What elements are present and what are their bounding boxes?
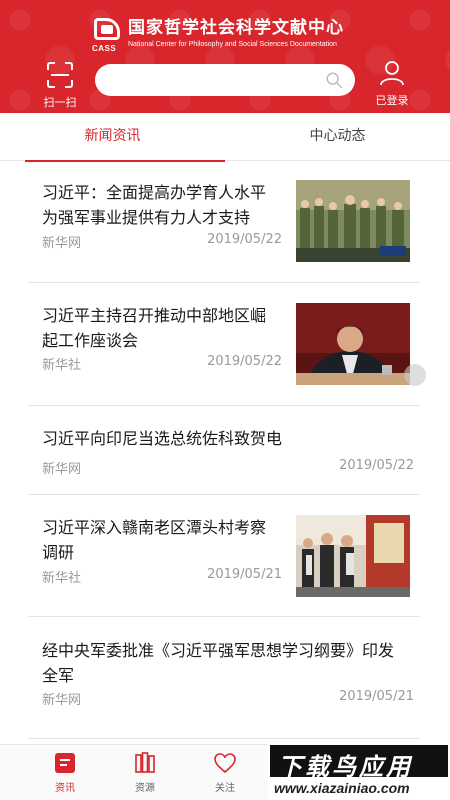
news-thumbnail xyxy=(296,515,410,597)
watermark-url: www.xiazainiao.com xyxy=(274,780,410,796)
cass-logo-icon: CASS xyxy=(92,16,122,56)
floating-scroll-button[interactable] xyxy=(404,364,426,386)
books-icon xyxy=(135,752,155,773)
watermark-logo: 下载鸟应用 www.xiazainiao.com xyxy=(268,743,450,800)
scan-label: 扫一扫 xyxy=(43,96,77,109)
news-source: 新华网 xyxy=(42,462,82,477)
news-title: 习近平主持召开推动中部地区崛 起工作座谈会 xyxy=(42,306,267,350)
news-source: 新华网 xyxy=(42,693,82,708)
user-account-button[interactable]: 已登录 xyxy=(368,60,416,110)
nav-item-news[interactable]: 资讯 xyxy=(25,745,105,800)
news-title: 习近平：全面提高办学育人水平 为强军事业提供有力人才支持 xyxy=(42,183,267,227)
news-title: 习近平向印尼当选总统佐科致贺电 xyxy=(42,429,283,448)
watermark-text: 下载鸟应用 xyxy=(278,753,413,781)
user-icon xyxy=(380,61,404,86)
search-input[interactable] xyxy=(95,64,315,96)
news-item[interactable]: 经中央军委批准《习近平强军思想学习纲要》印发 全军 新华网 2019/05/21 xyxy=(28,617,420,739)
search-bar[interactable] xyxy=(95,64,355,96)
news-date: 2019/05/21 xyxy=(339,689,414,704)
app-header: CASS 国家哲学社会科学文献中心 National Center for Ph… xyxy=(0,0,450,113)
logo-title-en: National Center for Philosophy and Socia… xyxy=(128,41,337,48)
nav-item-follow[interactable]: 关注 xyxy=(185,745,265,800)
tab-center-label: 中心动态 xyxy=(309,128,366,144)
news-source: 新华社 xyxy=(42,571,82,586)
nav-item-resources[interactable]: 资源 xyxy=(105,745,185,800)
scan-button[interactable]: 扫一扫 xyxy=(38,60,82,110)
news-item[interactable]: 习近平主持召开推动中部地区崛 起工作座谈会 新华社 2019/05/22 xyxy=(28,283,420,406)
news-item[interactable]: 习近平向印尼当选总统佐科致贺电 新华网 2019/05/22 xyxy=(28,406,420,495)
logo-abbr: CASS xyxy=(92,44,117,53)
news-date: 2019/05/21 xyxy=(207,567,282,582)
news-title: 习近平深入赣南老区潭头村考察 调研 xyxy=(42,518,267,562)
news-date: 2019/05/22 xyxy=(339,458,414,473)
tab-news-label: 新闻资讯 xyxy=(84,128,141,144)
scan-icon xyxy=(47,62,73,88)
news-source: 新华社 xyxy=(42,358,82,373)
user-status-label: 已登录 xyxy=(375,94,409,107)
tab-news[interactable]: 新闻资讯 xyxy=(0,113,225,162)
nav-label-follow: 关注 xyxy=(215,783,235,794)
logo: CASS 国家哲学社会科学文献中心 National Center for Ph… xyxy=(92,16,344,60)
nav-label-news: 资讯 xyxy=(55,783,75,794)
tab-bar: 新闻资讯 中心动态 xyxy=(0,113,450,162)
news-date: 2019/05/22 xyxy=(207,232,282,247)
news-icon xyxy=(55,753,75,773)
tab-center-updates[interactable]: 中心动态 xyxy=(225,113,450,161)
nav-label-resources: 资源 xyxy=(135,783,155,794)
news-date: 2019/05/22 xyxy=(207,354,282,369)
news-item[interactable]: 习近平深入赣南老区潭头村考察 调研 新华社 2019/05/21 xyxy=(28,495,420,617)
news-item[interactable]: 习近平：全面提高办学育人水平 为强军事业提供有力人才支持 新华网 2019/05/… xyxy=(28,161,420,283)
news-thumbnail xyxy=(296,303,410,385)
heart-icon xyxy=(214,753,236,774)
news-source: 新华网 xyxy=(42,236,82,251)
news-thumbnail xyxy=(296,180,410,262)
search-icon[interactable] xyxy=(325,71,343,89)
news-title: 经中央军委批准《习近平强军思想学习纲要》印发 全军 xyxy=(42,641,395,685)
logo-title-cn: 国家哲学社会科学文献中心 xyxy=(128,18,344,38)
